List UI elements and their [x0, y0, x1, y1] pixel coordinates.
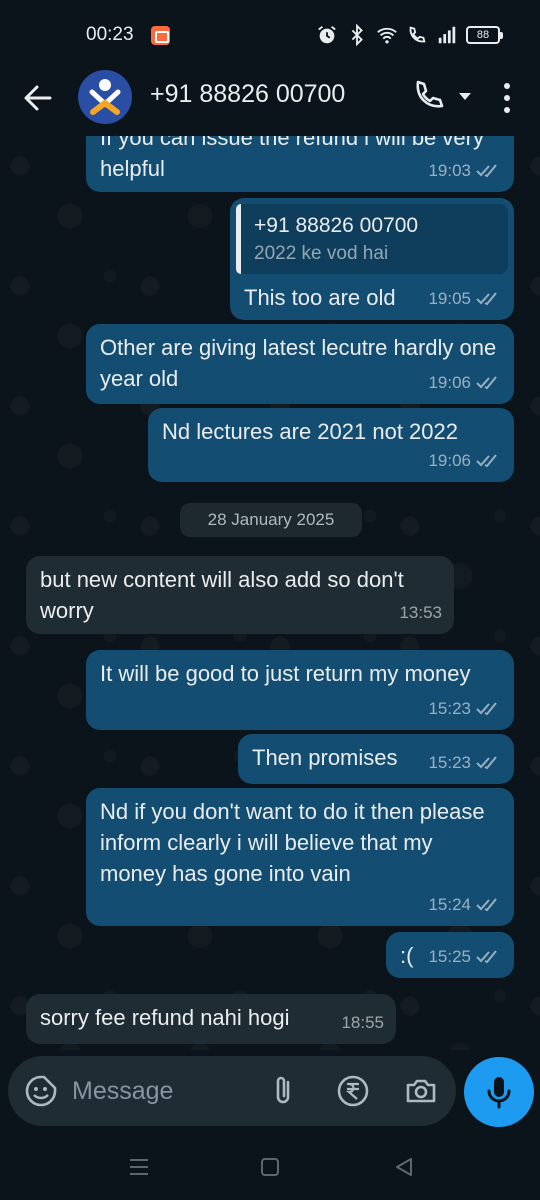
emoji-icon[interactable] — [24, 1074, 58, 1108]
status-time: 00:23 — [86, 24, 134, 45]
message-bubble[interactable]: Nd lectures are 2021 not 2022 19:06 — [148, 408, 514, 482]
signal-icon — [438, 26, 456, 44]
message-meta: 13:53 — [399, 597, 442, 628]
message-text: Nd if you don't want to do it then pleas… — [100, 799, 491, 886]
message-meta: 15:25 — [428, 941, 502, 972]
message-text: sorry fee refund nahi hogi — [40, 1005, 290, 1030]
message-time: 13:53 — [399, 603, 442, 622]
system-nav-bar — [0, 1132, 540, 1200]
status-bar: 00:23 88 — [0, 0, 540, 64]
message-time: 15:23 — [428, 753, 471, 772]
double-check-icon — [476, 897, 497, 911]
date-divider: 28 January 2025 — [180, 503, 362, 537]
nav-menu-icon[interactable] — [127, 1156, 151, 1178]
reply-quote[interactable]: +91 88826 00700 2022 ke vod hai — [236, 204, 508, 274]
message-bubble[interactable]: Then promises 15:23 — [238, 734, 514, 784]
double-check-icon — [476, 949, 497, 963]
volte-call-icon — [409, 26, 426, 43]
message-time: 19:03 — [428, 161, 471, 180]
message-time: 19:05 — [428, 289, 471, 308]
message-time: 19:06 — [428, 373, 471, 392]
message-meta: 19:03 — [428, 155, 502, 186]
double-check-icon — [476, 291, 497, 305]
double-check-icon — [476, 701, 497, 715]
message-composer — [8, 1056, 456, 1126]
message-meta: 19:05 — [428, 283, 502, 314]
message-meta: 19:06 — [428, 367, 502, 398]
message-bubble[interactable]: :( 15:25 — [386, 932, 514, 978]
message-meta: 15:24 — [428, 889, 502, 920]
alarm-icon — [318, 26, 336, 44]
notification-app-icon — [151, 26, 170, 45]
avatar-logo — [89, 79, 121, 115]
message-time: 15:24 — [428, 895, 471, 914]
message-bubble[interactable]: Other are giving latest lecutre hardly o… — [86, 324, 514, 404]
nav-home-icon[interactable] — [258, 1156, 282, 1178]
message-time: 19:06 — [428, 451, 471, 470]
rupee-icon[interactable] — [336, 1074, 370, 1108]
message-bubble[interactable]: +91 88826 00700 2022 ke vod hai This too… — [230, 198, 514, 320]
reply-quote-text: 2022 ke vod hai — [254, 243, 389, 264]
chat-title[interactable]: +91 88826 00700 — [150, 80, 345, 109]
reply-quote-name: +91 88826 00700 — [254, 214, 419, 237]
bluetooth-icon — [351, 24, 363, 46]
message-bubble[interactable]: It will be good to just return my money … — [86, 650, 514, 730]
message-bubble[interactable]: sorry fee refund nahi hogi 18:55 — [26, 994, 396, 1044]
message-text: but new content will also add so don't w… — [40, 567, 410, 623]
phone-icon[interactable] — [410, 78, 446, 114]
message-meta: 15:23 — [428, 747, 502, 778]
back-arrow-icon[interactable] — [18, 78, 58, 118]
message-text: It will be good to just return my money — [100, 661, 471, 686]
battery-icon: 88 — [466, 26, 503, 44]
message-bubble[interactable]: If you can issue the refund i will be ve… — [86, 136, 514, 192]
message-bubble[interactable]: Nd if you don't want to do it then pleas… — [86, 788, 514, 926]
message-input[interactable] — [72, 1070, 262, 1112]
chevron-down-icon[interactable] — [456, 88, 474, 104]
more-vert-icon[interactable] — [494, 78, 520, 118]
message-meta: 15:23 — [428, 693, 502, 724]
chat-area[interactable]: If you can issue the refund i will be ve… — [0, 136, 540, 1050]
message-meta: 19:06 — [428, 445, 502, 476]
paperclip-icon[interactable] — [268, 1074, 298, 1108]
message-meta: 18:55 — [341, 1007, 384, 1038]
double-check-icon — [476, 163, 497, 177]
double-check-icon — [476, 755, 497, 769]
chat-header: +91 88826 00700 — [0, 64, 540, 136]
camera-icon[interactable] — [404, 1074, 438, 1108]
status-icons: 88 — [316, 23, 503, 47]
mic-icon — [487, 1077, 511, 1109]
message-bubble[interactable]: but new content will also add so don't w… — [26, 556, 454, 634]
wifi-icon — [377, 27, 397, 44]
message-time: 18:55 — [341, 1013, 384, 1032]
message-time: 15:25 — [428, 947, 471, 966]
double-check-icon — [476, 453, 497, 467]
avatar[interactable] — [78, 70, 132, 124]
mic-button[interactable] — [464, 1057, 534, 1127]
message-text: Nd lectures are 2021 not 2022 — [162, 419, 458, 444]
message-time: 15:23 — [428, 699, 471, 718]
nav-back-icon[interactable] — [392, 1156, 416, 1178]
double-check-icon — [476, 375, 497, 389]
